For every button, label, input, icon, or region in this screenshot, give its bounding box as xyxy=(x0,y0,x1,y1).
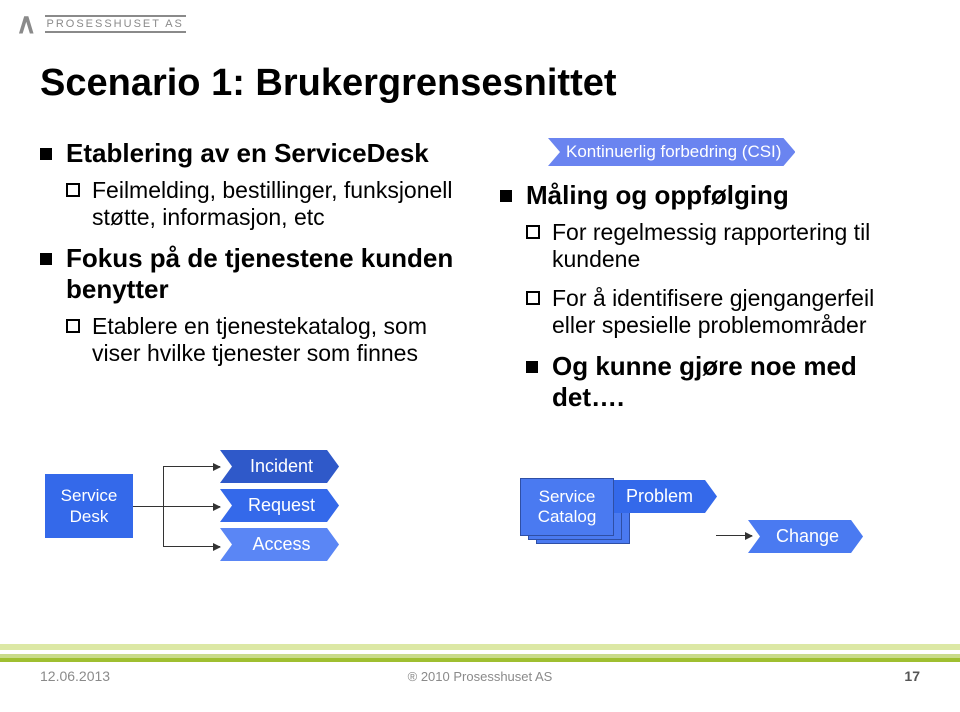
left-bullet-1: Etablering av en ServiceDesk Feilmelding… xyxy=(40,138,460,231)
footer-date: 12.06.2013 xyxy=(40,668,110,684)
footer: 12.06.2013 ® 2010 Prosesshuset AS 17 xyxy=(0,656,960,684)
process-diagram: ServiceDesk Incident Request Access Serv… xyxy=(40,450,920,580)
connector-to-incident xyxy=(163,466,220,467)
problem-chevron: Problem xyxy=(598,480,717,513)
connector-problem-change xyxy=(716,535,752,536)
left-bullet-2-heading: Fokus på de tjenestene kunden benytter xyxy=(66,243,453,304)
right-bullet-1: Måling og oppfølging For regelmessig rap… xyxy=(500,180,920,339)
change-chevron-wrap: Change xyxy=(748,520,863,559)
right-bullet-1-sub-1: For regelmessig rapportering til kundene xyxy=(526,219,920,273)
right-bullet-2-heading: Og kunne gjøre noe med det…. xyxy=(552,351,857,412)
slide-title: Scenario 1: Brukergrensesnittet xyxy=(40,62,617,105)
logo-mark-icon: ∧ xyxy=(16,10,37,38)
right-bullet-1-sub-2: For å identifisere gjengangerfeil eller … xyxy=(526,285,920,339)
right-column: Kontinuerlig forbedring (CSI) Måling og … xyxy=(500,138,920,425)
csi-container: Kontinuerlig forbedring (CSI) xyxy=(548,138,920,176)
left-column: Etablering av en ServiceDesk Feilmelding… xyxy=(40,138,460,425)
right-bullet-2: Og kunne gjøre noe med det…. xyxy=(500,351,920,413)
left-bullet-1-sub-1: Feilmelding, bestillinger, funksjonell s… xyxy=(66,177,460,231)
incident-chevron: Incident xyxy=(220,450,339,483)
brand-name: PROSESSHUSET AS xyxy=(45,15,186,33)
request-chevron: Request xyxy=(220,489,339,522)
right-bullet-1-heading: Måling og oppfølging xyxy=(526,180,789,210)
change-chevron: Change xyxy=(748,520,863,553)
brand-logo: ∧ PROSESSHUSET AS xyxy=(16,10,186,38)
csi-pill: Kontinuerlig forbedring (CSI) xyxy=(548,138,795,166)
footer-copyright: ® 2010 Prosesshuset AS xyxy=(408,669,553,684)
left-bullet-2-sub-1: Etablere en tjenestekatalog, som viser h… xyxy=(66,313,460,367)
problem-chevron-wrap: Problem xyxy=(598,480,717,519)
left-bullet-2: Fokus på de tjenestene kunden benytter E… xyxy=(40,243,460,367)
left-chevron-stack: Incident Request Access xyxy=(220,450,339,567)
footer-page-number: 17 xyxy=(904,668,920,684)
service-catalog-box: ServiceCatalog xyxy=(520,478,614,536)
connector-to-request xyxy=(163,506,220,507)
connector-to-access xyxy=(163,546,220,547)
left-bullet-1-heading: Etablering av en ServiceDesk xyxy=(66,138,429,168)
connector xyxy=(133,506,163,507)
access-chevron: Access xyxy=(220,528,339,561)
service-desk-box: ServiceDesk xyxy=(45,474,133,538)
